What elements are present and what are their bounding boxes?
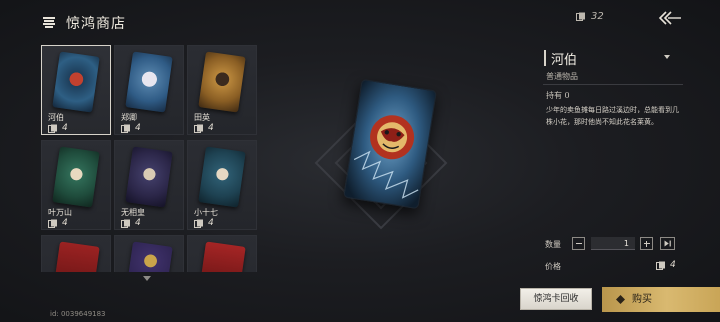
card-item[interactable]: 郑卿 4 (114, 45, 184, 135)
card-name: 无相皇 (121, 208, 145, 217)
currency-value: 32 (591, 11, 604, 22)
card-art (125, 146, 173, 208)
card-item[interactable]: 河伯 4 (41, 45, 111, 135)
card-icon (121, 219, 130, 228)
back-arrow-icon[interactable] (657, 9, 683, 27)
owned-count: 持有 0 (546, 91, 570, 100)
card-icon (121, 124, 130, 133)
currency-display: 32 (576, 11, 604, 22)
quantity-input[interactable]: 1 (591, 237, 635, 250)
card-count: 4 (135, 218, 141, 228)
item-type: 普通物品 (546, 72, 578, 81)
item-description: 少年的卖鱼摊每日路过溪边时，总能看到几株小花，那时他尚不知此花名莱黄。 (546, 106, 679, 126)
card-icon (194, 124, 203, 133)
card-art (198, 146, 246, 208)
card-art (52, 146, 100, 208)
shop-icon (43, 17, 55, 28)
card-item[interactable]: 田英 4 (187, 45, 257, 135)
card-item[interactable]: 小十七 4 (187, 140, 257, 230)
card-count: 4 (208, 218, 214, 228)
card-name: 叶万山 (48, 208, 72, 217)
header: 惊鸿商店 32 (0, 0, 720, 40)
card-icon (48, 124, 57, 133)
recycle-card-button[interactable]: 惊鸿卡回收 (520, 288, 592, 310)
card-icon (656, 261, 665, 270)
card-item[interactable]: 无相皇 4 (114, 140, 184, 230)
card-art (198, 241, 246, 272)
card-name: 郑卿 (121, 113, 137, 122)
card-count: 4 (208, 123, 214, 133)
divider (543, 84, 683, 85)
card-art (52, 241, 100, 272)
card-item[interactable]: 叶万山 4 (41, 140, 111, 230)
card-count: 4 (62, 218, 68, 228)
increment-button[interactable] (640, 237, 653, 250)
page-title: 惊鸿商店 (66, 16, 126, 32)
card-icon (48, 219, 57, 228)
chevron-down-icon[interactable] (664, 55, 670, 59)
price-value: 4 (670, 260, 676, 270)
card-art (198, 51, 246, 113)
price-label: 价格 (545, 262, 561, 271)
card-art (125, 241, 173, 272)
card-item[interactable] (114, 235, 184, 272)
card-icon (194, 219, 203, 228)
card-name: 小十七 (194, 208, 218, 217)
card-item[interactable] (41, 235, 111, 272)
card-name: 田英 (194, 113, 210, 122)
card-art (52, 51, 100, 113)
diamond-icon (616, 295, 625, 304)
card-icon (576, 12, 585, 21)
card-art (125, 51, 173, 113)
card-item[interactable] (187, 235, 257, 272)
card-count: 4 (62, 123, 68, 133)
decrement-button[interactable] (572, 237, 585, 250)
card-grid: 河伯 4 郑卿 4 田英 4 叶万山 4 无相皇 4 小十七 4 (38, 42, 258, 272)
card-count: 4 (135, 123, 141, 133)
detail-accent-bar (544, 50, 546, 66)
card-name: 河伯 (48, 113, 64, 122)
item-name: 河伯 (551, 53, 578, 68)
scroll-down-icon[interactable] (143, 276, 151, 281)
max-quantity-button[interactable] (660, 237, 675, 250)
user-id: id: 0039649183 (50, 310, 106, 318)
quantity-label: 数量 (545, 240, 561, 249)
